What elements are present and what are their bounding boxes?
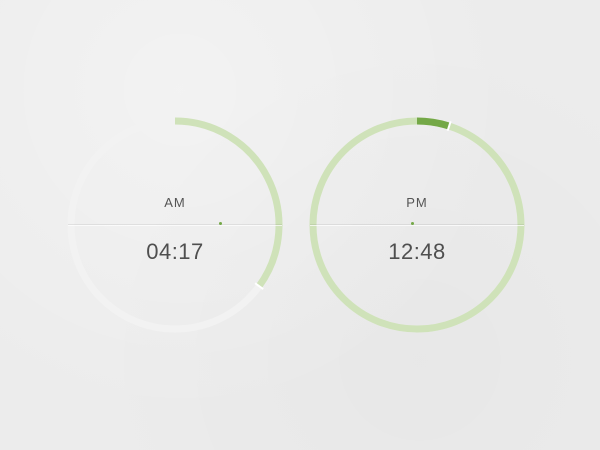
am-clock[interactable]: AM 04:17 (65, 115, 285, 335)
am-divider (68, 224, 282, 225)
am-label: AM (164, 195, 186, 210)
pm-center-dot (411, 222, 414, 225)
pm-time: 12:48 (388, 239, 446, 264)
pm-clock[interactable]: PM 12:48 (307, 115, 527, 335)
am-progress-ring (67, 117, 283, 333)
am-center-dot (219, 222, 222, 225)
clock-widget-stage: AM 04:17 PM 12:48 (0, 0, 600, 450)
pm-label: PM (406, 195, 428, 210)
pm-ring-highlight (416, 117, 451, 130)
pm-divider (310, 224, 524, 225)
pm-ring-progress (309, 117, 525, 333)
am-time: 04:17 (146, 239, 204, 264)
pm-progress-ring (309, 117, 525, 333)
